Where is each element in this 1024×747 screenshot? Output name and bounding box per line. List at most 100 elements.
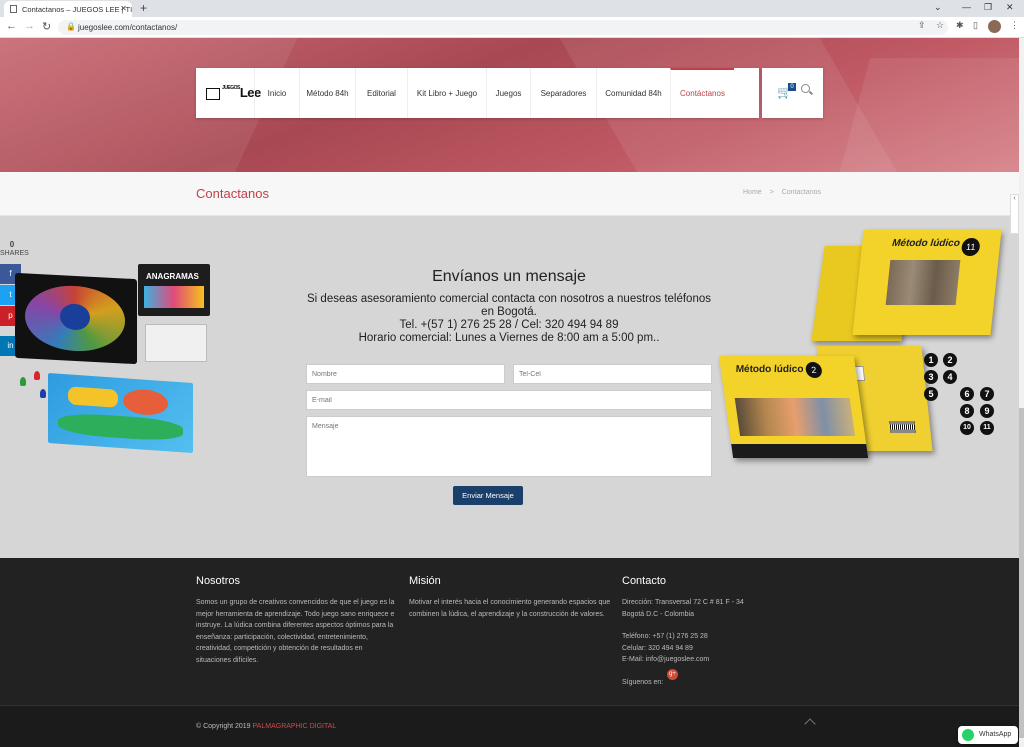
logo-small-text: JUEGOS [222, 85, 240, 91]
facebook-icon: f [9, 269, 12, 278]
nav-item-kit[interactable]: Kit Libro + Juego [407, 68, 486, 118]
tab-title: Contactanos – JUEGOS LEE | TIE [22, 5, 132, 14]
back-icon[interactable]: ← [6, 20, 17, 32]
email-input[interactable] [306, 390, 712, 410]
anagramas-box-image: ANAGRAMAS [138, 264, 210, 316]
breadcrumb-separator: > [769, 189, 774, 196]
form-desc-line3: Horario comercial: Lunes a Viernes de 8:… [358, 332, 660, 344]
book-title: Método lúdico [734, 364, 805, 375]
message-textarea[interactable] [306, 416, 712, 477]
whatsapp-icon [962, 729, 974, 741]
footer-about-text: Somos un grupo de creativos convencidos … [196, 599, 395, 664]
minimize-icon[interactable]: — [962, 2, 971, 12]
nav-item-editorial[interactable]: Editorial [355, 68, 407, 118]
dice-icon [206, 87, 220, 100]
cart-search-box: 🛒 0 [762, 68, 823, 118]
number-badge: 3 [924, 370, 938, 384]
hero-banner: JUEGOSLee Inicio Método 84h Editorial Ki… [0, 38, 1019, 172]
close-window-icon[interactable]: ✕ [1006, 2, 1014, 13]
pinterest-icon: p [8, 311, 13, 320]
nav-item-contactanos[interactable]: Contáctanos [670, 68, 734, 118]
chevron-down-icon[interactable]: ⌄ [934, 2, 942, 13]
nav-item-separadores[interactable]: Separadores [530, 68, 596, 118]
whatsapp-label: WhatsApp [979, 731, 1012, 738]
profile-avatar[interactable] [988, 20, 1001, 33]
share-count-number: 0 [9, 240, 15, 249]
footer-follow-label: Síguenos en: [622, 678, 664, 686]
address-toolbar: ← → ↻ 🔒 juegoslee.com/contactanos/ ⇪ ☆ ✱… [0, 17, 1024, 38]
form-heading: Envíanos un mensaje [432, 268, 586, 285]
breadcrumb-home[interactable]: Home [743, 189, 762, 196]
anagramas-title: ANAGRAMAS [146, 272, 199, 281]
form-desc-line2: Tel. +(57 1) 276 25 28 / Cel: 320 494 94… [399, 319, 619, 331]
footer-contact-title: Contacto [622, 575, 667, 587]
copyright: © Copyright 2019 PALMAGRAPHIC DIGITAL [196, 723, 336, 730]
form-description: Si deseas asesoramiento comercial contac… [306, 293, 712, 345]
name-input[interactable] [306, 364, 505, 384]
number-badge: 4 [943, 370, 957, 384]
restore-icon[interactable]: ❐ [984, 2, 992, 13]
scroll-top-icon[interactable] [804, 718, 816, 730]
scrollbar-thumb[interactable] [1019, 408, 1024, 738]
footer-contact-info: Dirección: Transversal 72 C # 81 F - 34 … [622, 597, 822, 688]
footer: Nosotros Somos un grupo de creativos con… [0, 558, 1019, 705]
browser-tabbar: Contactanos – JUEGOS LEE | TIE ✕ + ⌄ — ❐… [0, 0, 1024, 17]
footer-about-title: Nosotros [196, 575, 241, 587]
contact-section: 0 SHARES f t p in ANAGRAMAS Envíanos un … [0, 216, 1019, 558]
number-badge: 2 [943, 353, 957, 367]
reload-icon[interactable]: ↻ [42, 20, 51, 33]
book-image: Método lúdico 11 [852, 230, 1002, 335]
twitter-icon: t [9, 290, 12, 299]
number-badge: 1 [924, 353, 938, 367]
close-tab-icon[interactable]: ✕ [120, 4, 127, 13]
book-number: 11 [960, 238, 981, 256]
number-badge: 7 [980, 387, 994, 401]
page-scrollbar[interactable] [1019, 38, 1024, 747]
url-bar[interactable]: 🔒 juegoslee.com/contactanos/ [58, 20, 948, 35]
send-message-button[interactable]: Enviar Mensaje [453, 486, 523, 505]
breadcrumb-current: Contactanos [781, 189, 821, 196]
footer-mobile: Celular: 320 494 94 89 [622, 644, 693, 652]
share-count: 0 SHARES [0, 240, 29, 258]
number-badge: 5 [924, 387, 938, 401]
forward-icon[interactable]: → [24, 20, 35, 32]
book-number: 2 [804, 362, 823, 378]
breadcrumb: Home > Contactanos [743, 189, 827, 196]
nav-item-juegos[interactable]: Juegos [486, 68, 530, 118]
browser-tab[interactable]: Contactanos – JUEGOS LEE | TIE ✕ [4, 1, 132, 17]
bottom-bar: © Copyright 2019 PALMAGRAPHIC DIGITAL [0, 705, 1019, 747]
lock-icon: 🔒 [66, 22, 76, 31]
sidepanel-icon[interactable]: ▯ [973, 20, 978, 31]
bg-facet [829, 58, 1019, 172]
main-nav: JUEGOSLee Inicio Método 84h Editorial Ki… [196, 68, 759, 118]
page-icon [10, 5, 17, 13]
extensions-icon[interactable]: ✱ [956, 20, 964, 31]
number-badge: 8 [960, 404, 974, 418]
nav-item-metodo[interactable]: Método 84h [299, 68, 355, 118]
phone-input[interactable] [513, 364, 712, 384]
new-tab-icon[interactable]: + [140, 1, 147, 15]
search-icon[interactable] [801, 84, 810, 93]
page-titlebar: Contactanos Home > Contactanos [0, 172, 1019, 216]
site-logo[interactable]: JUEGOSLee [206, 85, 261, 100]
nav-item-inicio[interactable]: Inicio [254, 68, 299, 118]
bookmark-star-icon[interactable]: ☆ [936, 20, 944, 31]
footer-phone: Teléfono: +57 (1) 276 25 28 [622, 633, 708, 640]
side-toggle-tab[interactable]: ‹ [1010, 194, 1019, 234]
google-plus-icon[interactable]: g+ [667, 669, 678, 680]
game-box-image [48, 372, 193, 454]
footer-mission-title: Misión [409, 575, 441, 587]
nav-item-comunidad[interactable]: Comunidad 84h [596, 68, 670, 118]
footer-email[interactable]: E-Mail: info@juegoslee.com [622, 654, 822, 666]
book-title: Método lúdico [891, 238, 961, 249]
form-desc-line1: Si deseas asesoramiento comercial contac… [307, 293, 711, 318]
number-badge: 6 [960, 387, 974, 401]
cards-image [145, 324, 207, 362]
number-badge: 11 [980, 421, 994, 435]
url-text: juegoslee.com/contactanos/ [78, 23, 178, 32]
cart-count-badge: 0 [788, 83, 796, 91]
share-page-icon[interactable]: ⇪ [918, 20, 926, 31]
menu-kebab-icon[interactable]: ⋮ [1010, 20, 1019, 31]
whatsapp-button[interactable]: WhatsApp [958, 726, 1018, 744]
copyright-brand-link[interactable]: PALMAGRAPHIC DIGITAL [253, 723, 337, 730]
